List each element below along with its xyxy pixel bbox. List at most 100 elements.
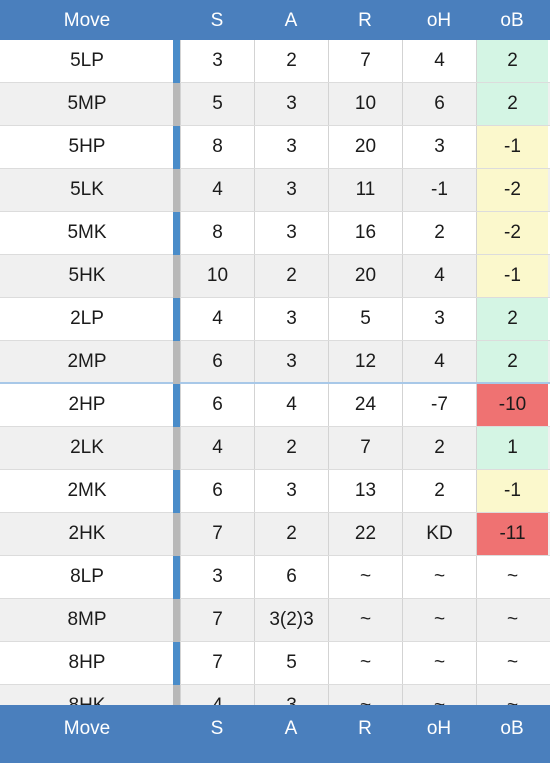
footer-header-move[interactable]: Move bbox=[0, 719, 180, 738]
cell-move[interactable]: 2MK bbox=[0, 470, 180, 512]
table-row[interactable]: 2HP6424-7-10 bbox=[0, 384, 550, 427]
cell-on-block[interactable]: ~ bbox=[476, 556, 548, 598]
cell-active[interactable]: 3 bbox=[254, 470, 328, 512]
table-row[interactable]: 5HK102204-1 bbox=[0, 255, 550, 298]
footer-header-ob[interactable]: oB bbox=[476, 719, 548, 738]
cell-startup[interactable]: 6 bbox=[180, 470, 254, 512]
cell-active[interactable]: 2 bbox=[254, 255, 328, 297]
cell-active[interactable]: 3 bbox=[254, 169, 328, 211]
footer-header-s[interactable]: S bbox=[180, 719, 254, 738]
cell-recovery[interactable]: 20 bbox=[328, 255, 402, 297]
column-header-ob[interactable]: oB bbox=[476, 11, 548, 30]
cell-active[interactable]: 5 bbox=[254, 642, 328, 684]
cell-move[interactable]: 8LP bbox=[0, 556, 180, 598]
cell-move[interactable]: 2LP bbox=[0, 298, 180, 340]
cell-active[interactable]: 4 bbox=[254, 384, 328, 426]
cell-move[interactable]: 2HK bbox=[0, 513, 180, 555]
cell-move[interactable]: 8MP bbox=[0, 599, 180, 641]
cell-active[interactable]: 3 bbox=[254, 83, 328, 125]
cell-move[interactable]: 2HP bbox=[0, 384, 180, 426]
table-row[interactable]: 5MP531062 bbox=[0, 83, 550, 126]
cell-startup[interactable]: 5 bbox=[180, 83, 254, 125]
footer-header-a[interactable]: A bbox=[254, 719, 328, 738]
cell-startup[interactable]: 7 bbox=[180, 513, 254, 555]
cell-move[interactable]: 5LK bbox=[0, 169, 180, 211]
cell-move[interactable]: 5LP bbox=[0, 40, 180, 82]
cell-on-hit[interactable]: 2 bbox=[402, 427, 476, 469]
footer-header-r[interactable]: R bbox=[328, 719, 402, 738]
cell-on-block[interactable]: -2 bbox=[476, 212, 548, 254]
cell-active[interactable]: 3 bbox=[254, 126, 328, 168]
cell-move[interactable]: 5HP bbox=[0, 126, 180, 168]
cell-on-hit[interactable]: 4 bbox=[402, 341, 476, 382]
table-row[interactable]: 2LK42721 bbox=[0, 427, 550, 470]
cell-on-block[interactable]: ~ bbox=[476, 599, 548, 641]
cell-on-block[interactable]: -10 bbox=[476, 384, 548, 426]
cell-on-hit[interactable]: 3 bbox=[402, 298, 476, 340]
cell-on-block[interactable]: -11 bbox=[476, 513, 548, 555]
cell-recovery[interactable]: ~ bbox=[328, 556, 402, 598]
cell-on-hit[interactable]: 3 bbox=[402, 126, 476, 168]
cell-on-hit[interactable]: ~ bbox=[402, 642, 476, 684]
cell-recovery[interactable]: 22 bbox=[328, 513, 402, 555]
table-row[interactable]: 8MP73(2)3~~~ bbox=[0, 599, 550, 642]
cell-startup[interactable]: 3 bbox=[180, 40, 254, 82]
cell-on-block[interactable]: 2 bbox=[476, 298, 548, 340]
cell-move[interactable]: 2MP bbox=[0, 341, 180, 382]
cell-startup[interactable]: 7 bbox=[180, 599, 254, 641]
cell-startup[interactable]: 3 bbox=[180, 556, 254, 598]
cell-startup[interactable]: 4 bbox=[180, 298, 254, 340]
cell-on-hit[interactable]: -7 bbox=[402, 384, 476, 426]
cell-recovery[interactable]: 7 bbox=[328, 40, 402, 82]
table-row[interactable]: 2LP43532 bbox=[0, 298, 550, 341]
column-header-r[interactable]: R bbox=[328, 11, 402, 30]
cell-on-hit[interactable]: 2 bbox=[402, 470, 476, 512]
cell-recovery[interactable]: 11 bbox=[328, 169, 402, 211]
cell-on-block[interactable]: ~ bbox=[476, 642, 548, 684]
cell-move[interactable]: 5MK bbox=[0, 212, 180, 254]
column-header-s[interactable]: S bbox=[180, 11, 254, 30]
cell-on-block[interactable]: -1 bbox=[476, 255, 548, 297]
cell-on-block[interactable]: 1 bbox=[476, 427, 548, 469]
cell-move[interactable]: 8HP bbox=[0, 642, 180, 684]
cell-on-block[interactable]: 2 bbox=[476, 83, 548, 125]
cell-recovery[interactable]: 7 bbox=[328, 427, 402, 469]
table-row[interactable]: 8LP36~~~ bbox=[0, 556, 550, 599]
column-header-move[interactable]: Move bbox=[0, 11, 180, 30]
cell-active[interactable]: 2 bbox=[254, 427, 328, 469]
table-row[interactable]: 2MK63132-1 bbox=[0, 470, 550, 513]
cell-on-hit[interactable]: 2 bbox=[402, 212, 476, 254]
cell-recovery[interactable]: 12 bbox=[328, 341, 402, 382]
cell-active[interactable]: 3 bbox=[254, 341, 328, 382]
cell-recovery[interactable]: ~ bbox=[328, 599, 402, 641]
table-row[interactable]: 5HP83203-1 bbox=[0, 126, 550, 169]
cell-startup[interactable]: 10 bbox=[180, 255, 254, 297]
cell-startup[interactable]: 7 bbox=[180, 642, 254, 684]
cell-active[interactable]: 2 bbox=[254, 513, 328, 555]
cell-on-block[interactable]: -1 bbox=[476, 126, 548, 168]
table-row[interactable]: 5MK83162-2 bbox=[0, 212, 550, 255]
cell-recovery[interactable]: 10 bbox=[328, 83, 402, 125]
table-body[interactable]: 5LP327425MP5310625HP83203-15LK4311-1-25M… bbox=[0, 40, 550, 763]
cell-active[interactable]: 2 bbox=[254, 40, 328, 82]
cell-on-block[interactable]: 2 bbox=[476, 341, 548, 382]
cell-on-hit[interactable]: 6 bbox=[402, 83, 476, 125]
cell-on-hit[interactable]: KD bbox=[402, 513, 476, 555]
column-header-oh[interactable]: oH bbox=[402, 11, 476, 30]
cell-startup[interactable]: 4 bbox=[180, 427, 254, 469]
cell-active[interactable]: 3 bbox=[254, 212, 328, 254]
cell-on-hit[interactable]: 4 bbox=[402, 40, 476, 82]
table-row[interactable]: 2MP631242 bbox=[0, 341, 550, 384]
cell-active[interactable]: 6 bbox=[254, 556, 328, 598]
table-row[interactable]: 2HK7222KD-11 bbox=[0, 513, 550, 556]
cell-on-block[interactable]: 2 bbox=[476, 40, 548, 82]
cell-startup[interactable]: 6 bbox=[180, 384, 254, 426]
cell-on-block[interactable]: -2 bbox=[476, 169, 548, 211]
cell-recovery[interactable]: 13 bbox=[328, 470, 402, 512]
cell-recovery[interactable]: ~ bbox=[328, 642, 402, 684]
cell-move[interactable]: 2LK bbox=[0, 427, 180, 469]
cell-recovery[interactable]: 24 bbox=[328, 384, 402, 426]
cell-startup[interactable]: 4 bbox=[180, 169, 254, 211]
cell-on-hit[interactable]: -1 bbox=[402, 169, 476, 211]
cell-startup[interactable]: 8 bbox=[180, 126, 254, 168]
